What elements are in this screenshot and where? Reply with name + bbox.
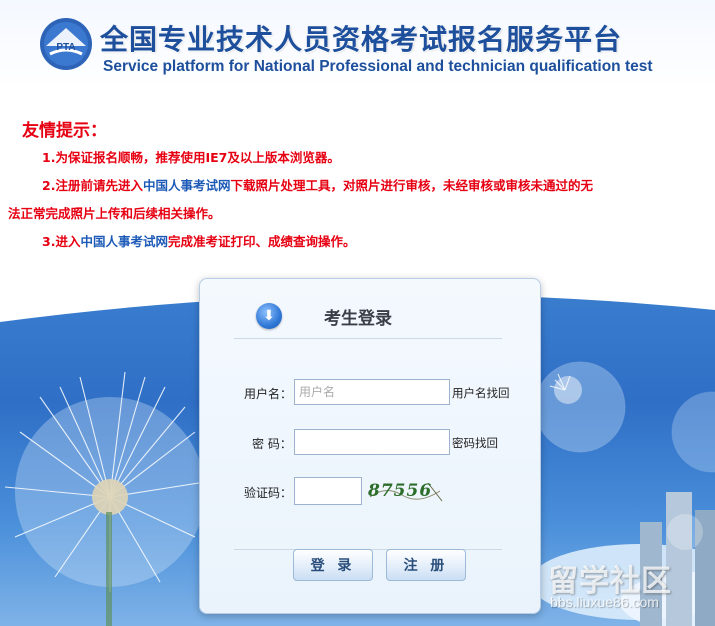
- login-title: 考生登录: [324, 309, 392, 329]
- login-panel: ⬇ 考生登录 用户名： 用户名找回 密 码： 密码找回 验证码： 87556 登…: [199, 278, 541, 614]
- site-subtitle: Service platform for National Profession…: [103, 58, 653, 75]
- notice-item-2: 2.注册前请先进入中国人事考试网下载照片处理工具，对照片进行审核，未经审核或审核…: [42, 175, 593, 194]
- captcha-image[interactable]: 87556: [366, 477, 444, 505]
- captcha-label: 验证码：: [244, 486, 293, 500]
- password-label: 密 码：: [252, 437, 292, 451]
- username-recover-link[interactable]: 用户名找回: [452, 385, 510, 401]
- username-label: 用户名：: [244, 387, 293, 401]
- notice-item-3-prefix: 3.进入: [42, 234, 81, 249]
- password-input[interactable]: [294, 429, 450, 455]
- download-arrow-icon: ⬇: [256, 303, 282, 329]
- notice-item-3: 3.进入中国人事考试网完成准考证打印、成绩查询操作。: [42, 231, 355, 250]
- site-header: PTA 全国专业技术人员资格考试报名服务平台 Service platform …: [0, 0, 715, 90]
- watermark-en: bbs.liuxue86.com: [550, 594, 659, 610]
- watermark: 留学社区 bbs.liuxue86.com: [548, 556, 708, 616]
- pta-logo: PTA: [40, 18, 92, 70]
- cpta-link-2[interactable]: 中国人事考试网: [80, 234, 168, 249]
- login-button[interactable]: 登 录: [293, 549, 373, 581]
- notice-item-2-suffix: 下载照片处理工具，对照片进行审核，未经审核或审核未通过的无: [230, 178, 593, 193]
- notice-item-1: 1.为保证报名顺畅，推荐使用IE7及以上版本浏览器。: [42, 150, 340, 165]
- notice-item-3-suffix: 完成准考证打印、成绩查询操作。: [167, 234, 356, 249]
- divider: [234, 338, 502, 339]
- notice-heading: 友情提示：: [22, 121, 107, 141]
- username-input[interactable]: [294, 379, 450, 405]
- password-recover-link[interactable]: 密码找回: [452, 435, 498, 451]
- captcha-input[interactable]: [294, 477, 362, 505]
- notice-item-2-continued: 法正常完成照片上传和后续相关操作。: [8, 206, 221, 221]
- notice-item-2-prefix: 2.注册前请先进入: [42, 178, 143, 193]
- register-button[interactable]: 注 册: [386, 549, 466, 581]
- cpta-link[interactable]: 中国人事考试网: [143, 178, 231, 193]
- captcha-text: 87556: [368, 481, 433, 501]
- dandelion: [4, 371, 206, 626]
- site-title: 全国专业技术人员资格考试报名服务平台: [100, 23, 623, 56]
- logo-text: PTA: [56, 42, 75, 53]
